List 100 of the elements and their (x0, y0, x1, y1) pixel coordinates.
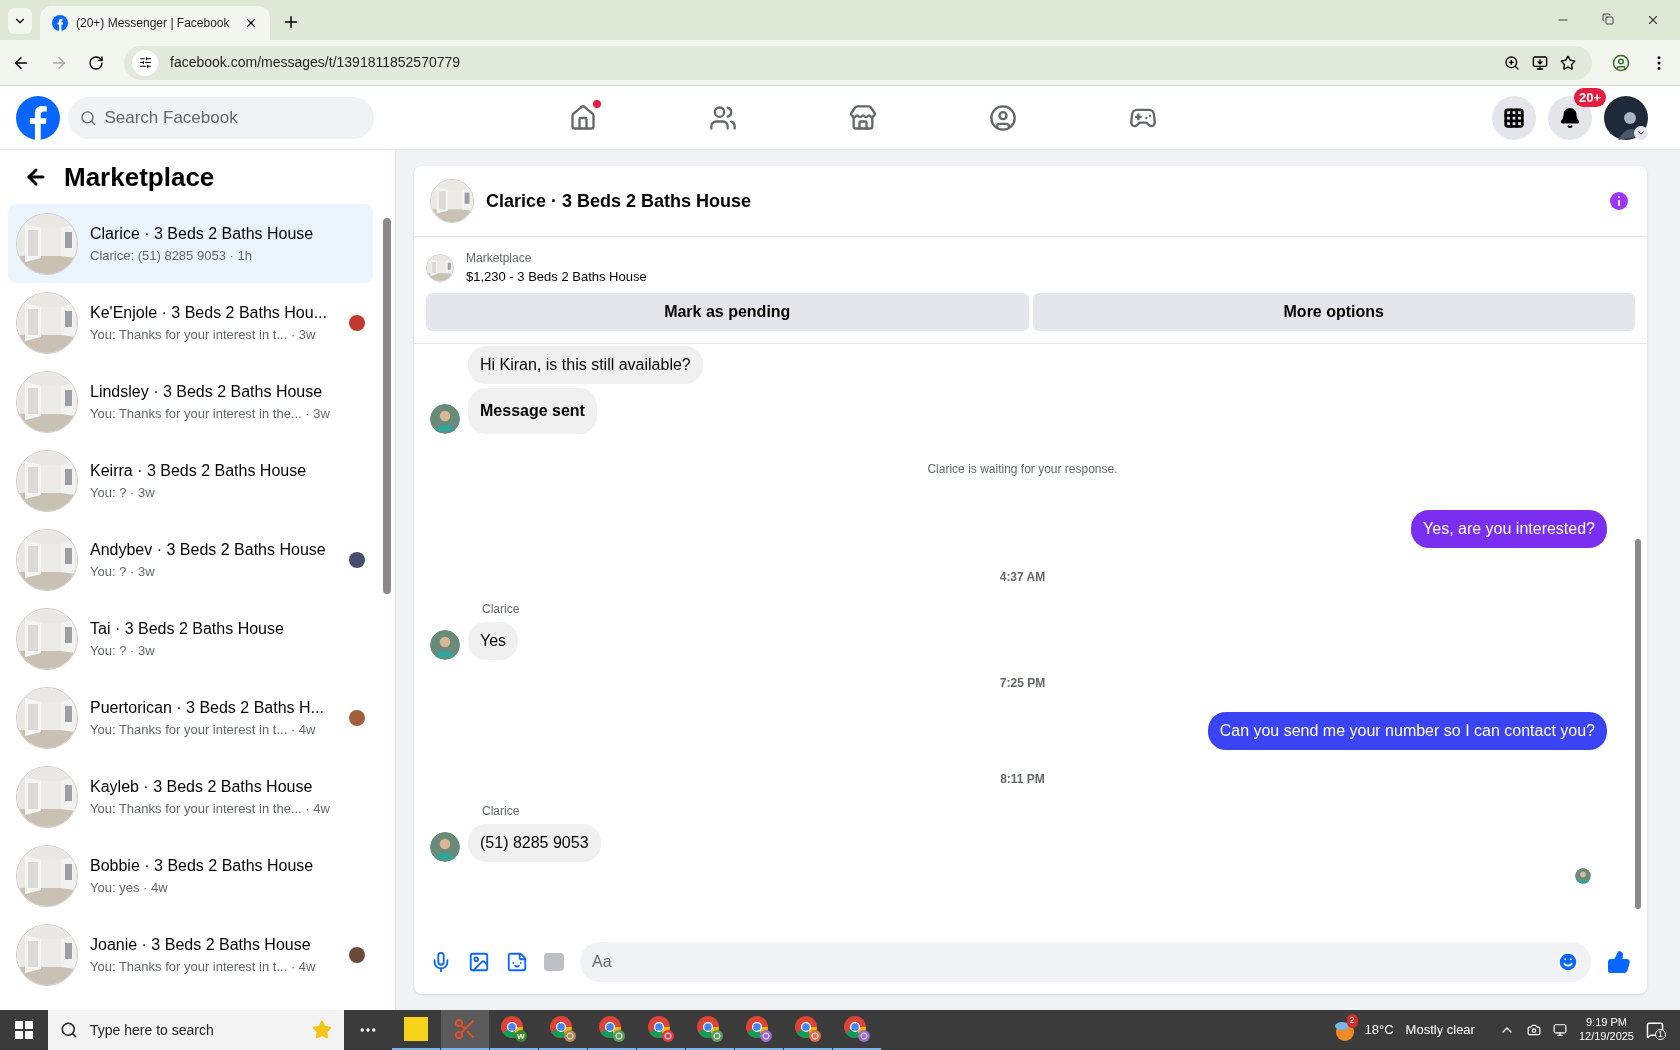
sidebar-title: Marketplace (64, 160, 215, 194)
emoji-icon[interactable] (1557, 951, 1579, 973)
conversation-item[interactable]: Andybev · 3 Beds 2 Baths House You: ? · 3w (8, 520, 373, 599)
sparkle-icon (312, 1020, 332, 1040)
conversation-title: Clarice · 3 Beds 2 Baths House (90, 223, 315, 244)
seen-avatar (349, 314, 365, 331)
status-notice: Clarice is waiting for your response. (927, 460, 1118, 478)
scrollbar[interactable] (383, 218, 391, 594)
conversation-item[interactable]: Clarice · 3 Beds 2 Baths House Clarice: (51) 8285 9053 · 1h (8, 204, 373, 283)
browser-icon[interactable] (647, 1015, 675, 1043)
chat-title: Clarice · 3 Beds 2 Baths House (486, 189, 753, 213)
reload-icon[interactable] (88, 54, 104, 71)
camera-icon[interactable] (1526, 1023, 1541, 1037)
home-icon[interactable] (569, 103, 597, 132)
conversation-title: Bobbie · 3 Beds 2 Baths House (90, 855, 315, 876)
browser-icon[interactable] (794, 1015, 822, 1043)
conversation-item[interactable]: Lindsley · 3 Beds 2 Baths House You: Thanks for your interest in the... · 3w (8, 362, 373, 441)
taskbar-search-input[interactable]: Type here to search (90, 1019, 300, 1041)
browser-icon[interactable] (843, 1015, 871, 1043)
search-icon (60, 1021, 78, 1039)
conversation-title: Ke'Enjole · 3 Beds 2 Baths Hou... (90, 302, 328, 323)
conversation-preview: You: ? · 3w (90, 641, 156, 660)
sticker-icon[interactable] (506, 951, 528, 973)
browser-tab[interactable]: (20+) Messenger | Facebook (40, 6, 270, 40)
weather-text: Mostly clear (1405, 1021, 1475, 1040)
close-icon[interactable] (244, 16, 258, 30)
address-bar[interactable]: facebook.com/messages/t/1391811852570779 (124, 45, 1592, 80)
conversation-preview: You: Thanks for your interest in t... · 3w (90, 325, 317, 344)
image-icon[interactable] (468, 951, 490, 973)
taskbar-search-field[interactable]: Type here to search (48, 1010, 344, 1050)
tab-title: (20+) Messenger | Facebook (76, 15, 231, 32)
restore-icon[interactable] (1602, 13, 1614, 25)
browser-icon[interactable] (598, 1015, 626, 1043)
timestamp: 8:11 PM (1000, 770, 1045, 788)
bookmark-icon[interactable] (1560, 54, 1576, 71)
temperature: 18°C (1364, 1021, 1394, 1040)
avatar (1575, 867, 1591, 884)
notification-icon[interactable] (1646, 1021, 1664, 1039)
facebook-logo[interactable] (16, 95, 60, 140)
menu-button[interactable] (1492, 95, 1536, 140)
info-icon[interactable] (1607, 189, 1631, 213)
conversation-title: Kayleb · 3 Beds 2 Baths House (90, 776, 314, 797)
scrollbar[interactable] (1635, 538, 1641, 909)
new-tab-icon[interactable] (282, 13, 300, 31)
close-window-icon[interactable] (1646, 13, 1660, 27)
network-icon[interactable] (1552, 1023, 1567, 1037)
bell-icon (1559, 106, 1581, 129)
conversation-item[interactable]: Bobbie · 3 Beds 2 Baths House You: yes · 4w (8, 836, 373, 915)
conversation-item[interactable]: Joanie · 3 Beds 2 Baths House You: Thanks for your interest in t... · 4w (8, 915, 373, 994)
search-field[interactable]: Search Facebook (68, 96, 374, 139)
conversation-preview: You: yes · 4w (90, 878, 169, 897)
timestamp: 7:25 PM (999, 674, 1046, 692)
conversation-item[interactable]: Keirra · 3 Beds 2 Baths House You: ? · 3w (8, 441, 373, 520)
zoom-icon[interactable] (1504, 54, 1520, 71)
action-button[interactable]: More options (1032, 292, 1635, 331)
windows-icon[interactable] (15, 1021, 33, 1039)
conversation-preview: You: ? · 3w (90, 483, 156, 502)
groups-icon[interactable] (989, 103, 1017, 132)
seen-avatar (349, 551, 365, 568)
conversation-title: Lindsley · 3 Beds 2 Baths House (90, 381, 324, 402)
conversation-preview: Clarice: (51) 8285 9053 · 1h (90, 246, 253, 265)
action-button[interactable]: Mark as pending (426, 292, 1029, 331)
conversation-item[interactable]: Tai · 3 Beds 2 Baths House You: ? · 3w (8, 599, 373, 678)
received-message: (51) 8285 9053 (468, 823, 601, 862)
conversation-preview: You: Thanks for your interest in the... · 3w (90, 404, 331, 423)
conversation-item[interactable]: Kayleb · 3 Beds 2 Baths House You: Thanks for your interest in the... · 4w (8, 757, 373, 836)
notification-count: 1 (1655, 1029, 1666, 1040)
conversation-item[interactable]: Puertorican · 3 Beds 2 Baths H... You: Thanks for your interest in t... · 4w (8, 678, 373, 757)
notification-badge: 20+ (1574, 87, 1607, 107)
message-input[interactable]: Aa (592, 950, 1557, 974)
seen-avatar (349, 946, 365, 963)
browser-icon[interactable] (745, 1015, 773, 1043)
url-text: facebook.com/messages/t/1391811852570779 (170, 53, 462, 72)
store-icon[interactable] (849, 103, 877, 132)
conversation-preview: You: Thanks for your interest in t... · 4w (90, 957, 317, 976)
search-input[interactable]: Search Facebook (104, 104, 362, 131)
received-message: Yes (468, 621, 519, 660)
conversation-title: Joanie · 3 Beds 2 Baths House (90, 934, 312, 955)
weather-badge: 2 (1346, 1014, 1358, 1028)
conversation-title: Keirra · 3 Beds 2 Baths House (90, 460, 308, 481)
profile-avatar[interactable] (1604, 95, 1648, 140)
badge-letter: W (517, 1031, 525, 1043)
browser-icon[interactable] (500, 1015, 528, 1043)
browser-icon[interactable] (549, 1015, 577, 1043)
install-icon[interactable] (1532, 54, 1548, 71)
sent-message: Yes, are you interested? (1411, 509, 1607, 548)
conversation-title: Tai · 3 Beds 2 Baths House (90, 618, 285, 639)
like-icon[interactable] (1607, 950, 1631, 974)
browser-icon[interactable] (696, 1015, 724, 1043)
site-settings-icon[interactable] (138, 56, 152, 69)
conversation-title: Andybev · 3 Beds 2 Baths House (90, 539, 327, 560)
conversation-item[interactable]: Ke'Enjole · 3 Beds 2 Baths Hou... You: Thanks for your interest in t... · 3w (8, 283, 373, 362)
sender-name: Clarice (482, 802, 521, 820)
friends-icon[interactable] (709, 103, 737, 132)
conversation-preview: You: Thanks for your interest in the... · 4w (90, 799, 331, 818)
profile-icon[interactable] (1612, 53, 1630, 72)
message-field[interactable]: Aa (580, 942, 1591, 982)
listing-label: Marketplace (466, 250, 533, 267)
clock-date: 12/19/2025 (1578, 1030, 1634, 1044)
tab-list-button[interactable] (8, 8, 32, 34)
